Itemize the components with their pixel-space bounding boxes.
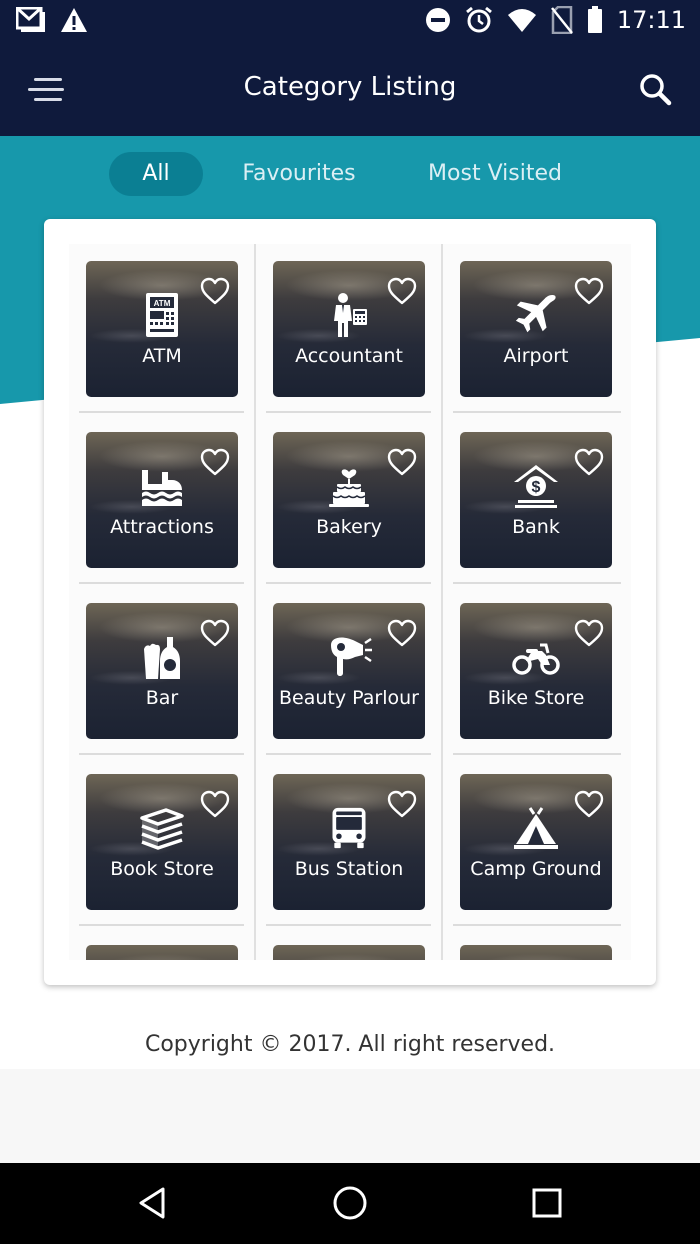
footer-area (0, 1069, 700, 1163)
category-cell: $ Bank (443, 415, 631, 586)
category-tile[interactable]: Airport (460, 261, 612, 397)
search-icon (640, 74, 672, 106)
recents-icon (532, 1188, 562, 1218)
favourite-heart-icon[interactable] (574, 790, 604, 818)
status-time: 17:11 (616, 6, 686, 34)
category-tile[interactable]: Camp Ground (460, 774, 612, 910)
search-button[interactable] (636, 70, 676, 110)
category-cell: Attractions (69, 415, 256, 586)
svg-text:ATM: ATM (154, 299, 171, 308)
category-card: ATM ATM Accountant Airport Attractions Bakery… (44, 219, 656, 985)
category-grid: ATM ATM Accountant Airport Attractions Bakery… (69, 244, 631, 960)
favourite-heart-icon[interactable] (200, 448, 230, 476)
category-cell: Accountant (256, 244, 443, 415)
category-label: Airport (503, 345, 569, 367)
category-label: Accountant (295, 345, 403, 367)
home-icon (333, 1186, 367, 1220)
favourite-heart-icon[interactable] (387, 448, 417, 476)
category-tile[interactable]: Book Store (86, 774, 238, 910)
favourite-heart-icon[interactable] (387, 277, 417, 305)
do-not-disturb-icon (425, 8, 450, 32)
category-cell: Book Store (69, 757, 256, 928)
category-cell: Bakery (256, 415, 443, 586)
tab-favourites[interactable]: Favourites (228, 152, 370, 196)
category-tile[interactable]: Beauty Parlour (273, 603, 425, 739)
warning-icon (61, 8, 87, 32)
no-sim-icon (550, 6, 573, 34)
favourite-heart-icon[interactable] (200, 277, 230, 305)
category-cell (443, 928, 631, 960)
favourite-heart-icon[interactable] (200, 790, 230, 818)
page-title: Category Listing (243, 72, 457, 102)
copyright-text: Copyright © 2017. All right reserved. (144, 1032, 556, 1057)
category-tile[interactable]: ATM ATM (86, 261, 238, 397)
battery-icon (587, 6, 602, 33)
category-label: Camp Ground (470, 858, 602, 880)
category-label: Attractions (110, 516, 214, 538)
tab-bar: All Favourites Most Visited (0, 152, 700, 196)
category-cell: Bus Station (256, 757, 443, 928)
gmail-icon (16, 7, 45, 32)
category-label: Bank (512, 516, 560, 538)
category-tile[interactable] (460, 945, 612, 960)
favourite-heart-icon[interactable] (574, 619, 604, 647)
alarm-icon (465, 6, 492, 33)
app-bar: Category Listing (0, 44, 700, 136)
category-cell (256, 928, 443, 960)
home-button[interactable] (328, 1181, 372, 1225)
back-button[interactable] (131, 1181, 175, 1225)
category-label: Bike Store (487, 687, 585, 709)
category-label: ATM (142, 345, 182, 367)
category-tile[interactable]: Attractions (86, 432, 238, 568)
category-label: Bus Station (294, 858, 404, 880)
category-cell: Camp Ground (443, 757, 631, 928)
favourite-heart-icon[interactable] (574, 277, 604, 305)
category-tile[interactable]: Accountant (273, 261, 425, 397)
favourite-heart-icon[interactable] (574, 448, 604, 476)
category-tile[interactable]: Bike Store (460, 603, 612, 739)
category-tile[interactable]: Bus Station (273, 774, 425, 910)
favourite-heart-icon[interactable] (200, 619, 230, 647)
category-tile[interactable] (86, 945, 238, 960)
category-cell: ATM ATM (69, 244, 256, 415)
favourite-heart-icon[interactable] (387, 790, 417, 818)
category-cell: Airport (443, 244, 631, 415)
category-cell (69, 928, 256, 960)
svg-text:$: $ (532, 479, 541, 496)
category-label: Bakery (316, 516, 382, 538)
category-label: Book Store (110, 858, 214, 880)
tab-all[interactable]: All (109, 152, 203, 196)
category-tile[interactable]: $ Bank (460, 432, 612, 568)
category-tile[interactable]: Bar (86, 603, 238, 739)
status-bar: 17:11 (0, 0, 700, 44)
category-cell: Bike Store (443, 586, 631, 757)
recents-button[interactable] (525, 1181, 569, 1225)
back-icon (139, 1187, 165, 1219)
wifi-icon (507, 9, 536, 32)
category-label: Beauty Parlour (279, 687, 419, 709)
favourite-heart-icon[interactable] (387, 619, 417, 647)
category-tile[interactable]: Bakery (273, 432, 425, 568)
tab-most-visited[interactable]: Most Visited (414, 152, 576, 196)
category-grid-scroll[interactable]: ATM ATM Accountant Airport Attractions Bakery… (69, 244, 631, 960)
category-cell: Bar (69, 586, 256, 757)
category-cell: Beauty Parlour (256, 586, 443, 757)
system-nav-bar (0, 1163, 700, 1244)
category-tile[interactable] (273, 945, 425, 960)
category-label: Bar (145, 687, 179, 709)
